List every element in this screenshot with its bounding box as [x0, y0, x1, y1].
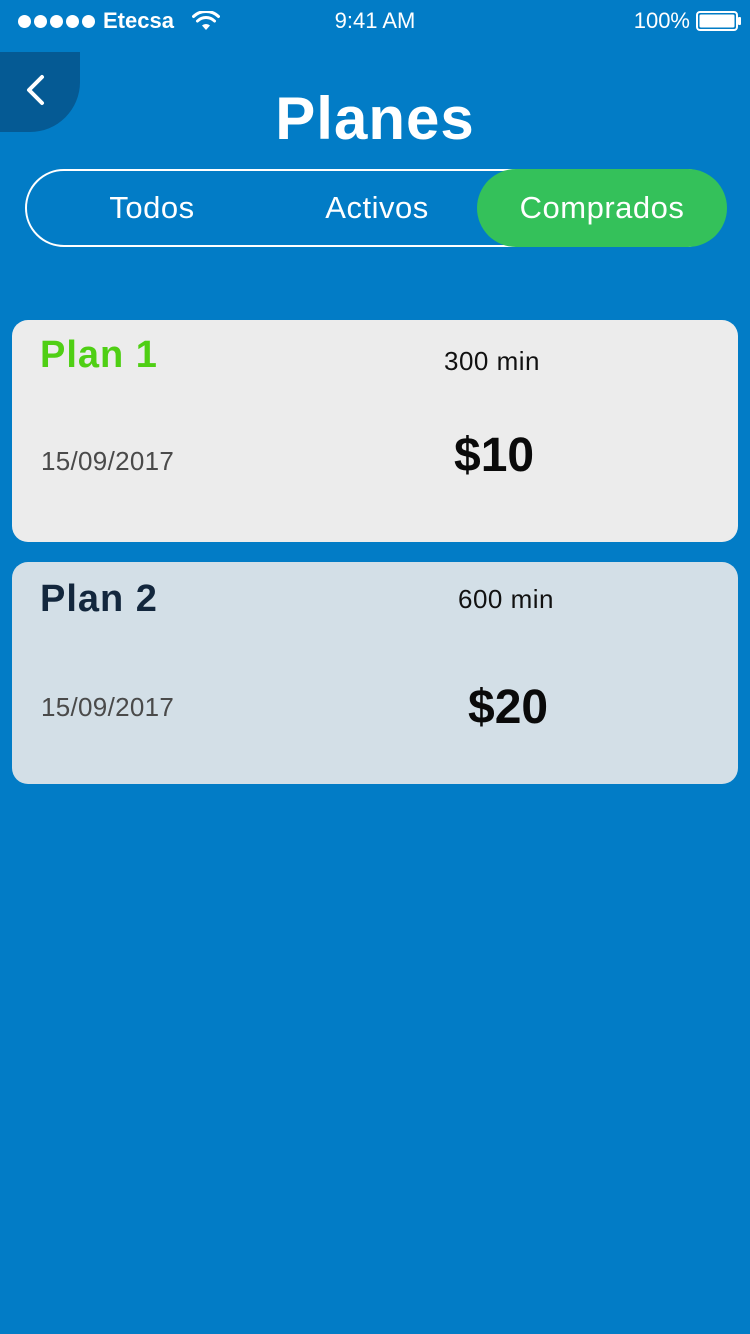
plan-name: Plan 1 — [40, 334, 158, 376]
page-title: Planes — [275, 85, 475, 152]
segmented-control: Todos Activos Comprados — [25, 169, 727, 247]
plan-price: $10 — [454, 429, 535, 482]
plan-minutes: 300 min — [444, 346, 540, 376]
status-bar: Etecsa 9:41 AM 100% — [0, 0, 750, 40]
plan-date: 15/09/2017 — [41, 446, 175, 476]
tab-activos[interactable]: Activos — [257, 169, 497, 247]
plan-name: Plan 2 — [40, 578, 158, 620]
plan-minutes: 600 min — [458, 584, 554, 614]
battery-percent: 100% — [633, 8, 690, 33]
battery-icon — [696, 11, 741, 31]
status-right: 100% — [634, 8, 742, 34]
tab-todos[interactable]: Todos — [27, 169, 277, 247]
plan-price: $20 — [468, 681, 549, 734]
plan-card[interactable]: Plan 2 600 min 15/09/2017 $20 — [12, 562, 738, 784]
plan-date: 15/09/2017 — [41, 692, 175, 722]
plan-card[interactable]: Plan 1 300 min 15/09/2017 $10 — [12, 320, 738, 542]
tab-comprados[interactable]: Comprados — [477, 169, 727, 247]
